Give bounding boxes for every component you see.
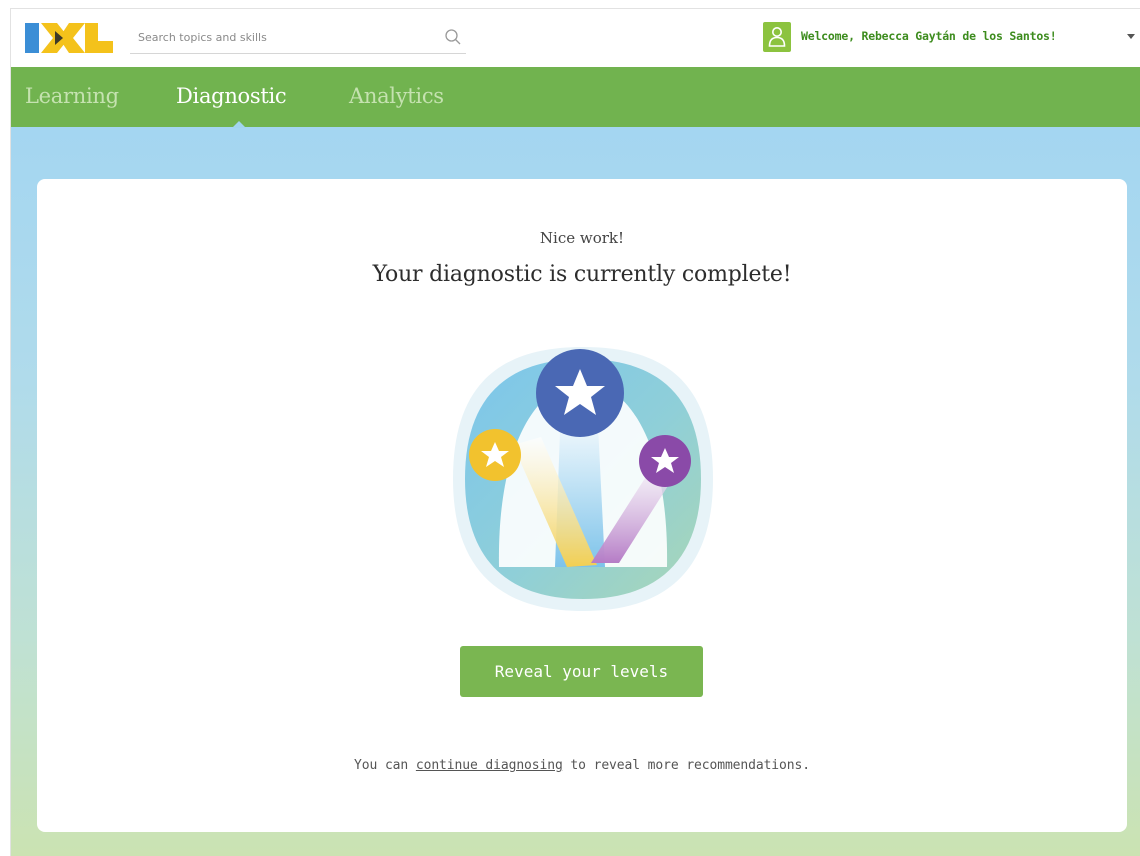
search-icon[interactable] [444, 28, 462, 46]
ixl-logo[interactable] [25, 21, 115, 55]
user-icon[interactable] [763, 22, 791, 52]
tab-analytics[interactable]: Analytics [349, 84, 444, 112]
nice-work-text: Nice work! [539, 229, 625, 247]
continue-diagnosing-message: You can continue diagnosing to reveal mo… [37, 758, 1127, 773]
top-header: Welcome, Rebecca Gaytán de los Santos! [11, 9, 1140, 67]
page-title: Your diagnostic is currently complete! [372, 262, 792, 287]
welcome-message[interactable]: Welcome, Rebecca Gaytán de los Santos! [801, 29, 1057, 47]
main-nav: Learning Diagnostic Analytics [11, 67, 1140, 127]
search-input[interactable] [130, 23, 428, 51]
ixl-logo-mark [25, 23, 113, 53]
diagnostic-complete-card: Nice work! Your diagnostic is currently … [37, 179, 1127, 832]
footer-prefix: You can [354, 758, 416, 773]
continue-diagnosing-link[interactable]: continue diagnosing [416, 758, 563, 773]
caret-down-icon[interactable] [1127, 34, 1135, 39]
tab-diagnostic[interactable]: Diagnostic [176, 84, 287, 112]
search-box [130, 23, 466, 54]
footer-suffix: to reveal more recommendations. [562, 758, 810, 773]
reveal-levels-button[interactable]: Reveal your levels [460, 646, 703, 697]
app-window: Welcome, Rebecca Gaytán de los Santos! L… [10, 8, 1140, 856]
tab-learning[interactable]: Learning [25, 84, 119, 112]
shooting-stars-icon [447, 341, 719, 617]
active-tab-indicator [232, 121, 246, 128]
